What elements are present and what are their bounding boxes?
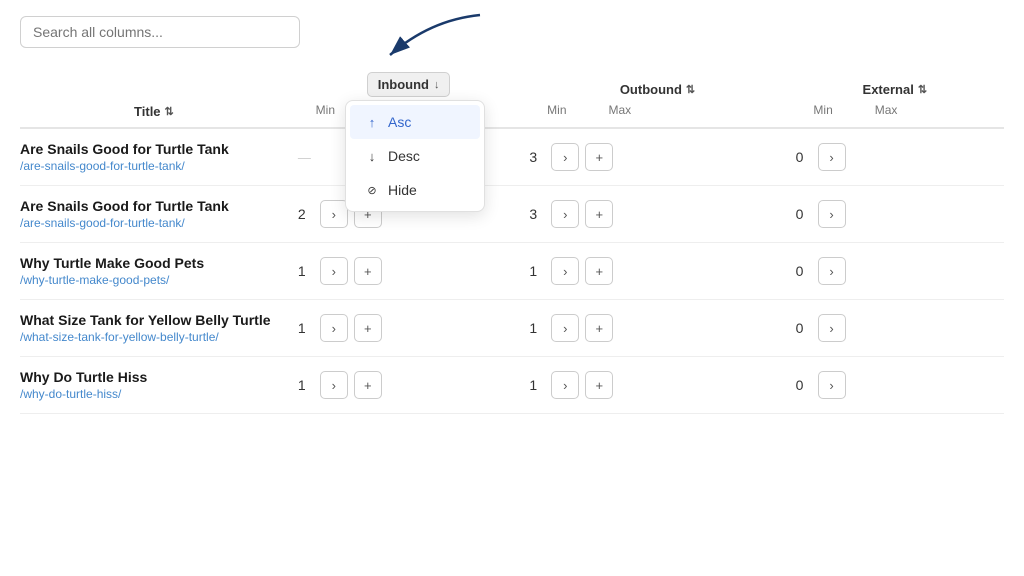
external-expand-button[interactable]: ›: [818, 257, 846, 285]
cell-external: 0 ›: [796, 186, 1004, 243]
cell-title: Why Turtle Make Good Pets /why-turtle-ma…: [20, 243, 298, 300]
outbound-expand-button[interactable]: ›: [551, 371, 579, 399]
cell-title: Why Do Turtle Hiss /why-do-turtle-hiss/: [20, 357, 298, 414]
outbound-add-button[interactable]: +: [585, 257, 613, 285]
dropdown-item-desc[interactable]: ↓ Desc: [350, 139, 480, 173]
outbound-expand-button[interactable]: ›: [551, 143, 579, 171]
th-external: External ⇅ Min Max: [796, 64, 1004, 128]
outbound-value: 3: [529, 149, 545, 165]
external-value: 0: [796, 377, 812, 393]
sort-dropdown: ↑ Asc ↓ Desc ⊘ Hide: [345, 100, 485, 212]
outbound-add-button[interactable]: +: [585, 314, 613, 342]
outbound-expand-button[interactable]: ›: [551, 257, 579, 285]
th-outbound: Outbound ⇅ Min Max: [529, 64, 795, 128]
inbound-expand-button[interactable]: ›: [320, 200, 348, 228]
cell-title: What Size Tank for Yellow Belly Turtle /…: [20, 300, 298, 357]
row-title: Are Snails Good for Turtle Tank: [20, 198, 288, 214]
external-min-header: Min: [796, 103, 851, 117]
outbound-add-button[interactable]: +: [585, 200, 613, 228]
external-expand-button[interactable]: ›: [818, 143, 846, 171]
cell-external: 0 ›: [796, 357, 1004, 414]
row-title: Are Snails Good for Turtle Tank: [20, 141, 288, 157]
inbound-empty: —: [298, 150, 311, 165]
inbound-expand-button[interactable]: ›: [320, 257, 348, 285]
sort-inbound-button[interactable]: Inbound ↓: [367, 72, 451, 97]
inbound-value: 1: [298, 377, 314, 393]
external-max-header: Max: [859, 103, 914, 117]
hide-icon: ⊘: [364, 184, 380, 197]
sort-title-button[interactable]: Title ⇅: [134, 104, 174, 119]
row-title: What Size Tank for Yellow Belly Turtle: [20, 312, 288, 328]
inbound-expand-button[interactable]: ›: [320, 371, 348, 399]
cell-outbound: 1 › +: [529, 357, 795, 414]
table-row: Why Turtle Make Good Pets /why-turtle-ma…: [20, 243, 1004, 300]
dropdown-item-asc[interactable]: ↑ Asc: [350, 105, 480, 139]
cell-inbound: 1 › +: [298, 300, 530, 357]
external-expand-button[interactable]: ›: [818, 371, 846, 399]
outbound-expand-button[interactable]: ›: [551, 314, 579, 342]
dropdown-item-hide[interactable]: ⊘ Hide: [350, 173, 480, 207]
table-row: Are Snails Good for Turtle Tank /are-sna…: [20, 128, 1004, 186]
inbound-value: 1: [298, 320, 314, 336]
external-value: 0: [796, 206, 812, 222]
dropdown-label-hide: Hide: [388, 182, 417, 198]
outbound-add-button[interactable]: +: [585, 371, 613, 399]
outbound-expand-button[interactable]: ›: [551, 200, 579, 228]
cell-outbound: 1 › +: [529, 300, 795, 357]
cell-title: Are Snails Good for Turtle Tank /are-sna…: [20, 186, 298, 243]
row-title: Why Turtle Make Good Pets: [20, 255, 288, 271]
outbound-value: 3: [529, 206, 545, 222]
table-row: What Size Tank for Yellow Belly Turtle /…: [20, 300, 1004, 357]
inbound-value: 1: [298, 263, 314, 279]
row-url[interactable]: /are-snails-good-for-turtle-tank/: [20, 159, 288, 173]
inbound-add-button[interactable]: +: [354, 314, 382, 342]
external-value: 0: [796, 149, 812, 165]
outbound-max-header: Max: [592, 103, 647, 117]
row-url[interactable]: /why-turtle-make-good-pets/: [20, 273, 288, 287]
external-value: 0: [796, 320, 812, 336]
cell-external: 0 ›: [796, 243, 1004, 300]
row-url[interactable]: /are-snails-good-for-turtle-tank/: [20, 216, 288, 230]
desc-icon: ↓: [364, 149, 380, 164]
search-input[interactable]: [20, 16, 300, 48]
dropdown-label-desc: Desc: [388, 148, 420, 164]
row-url[interactable]: /why-do-turtle-hiss/: [20, 387, 288, 401]
asc-icon: ↑: [364, 115, 380, 130]
outbound-min-header: Min: [529, 103, 584, 117]
sort-external-button[interactable]: External ⇅: [863, 82, 928, 97]
th-title: Title ⇅: [20, 64, 298, 128]
cell-external: 0 ›: [796, 300, 1004, 357]
external-expand-button[interactable]: ›: [818, 314, 846, 342]
inbound-add-button[interactable]: +: [354, 257, 382, 285]
outbound-value: 1: [529, 263, 545, 279]
cell-inbound: 1 › +: [298, 243, 530, 300]
cell-outbound: 1 › +: [529, 243, 795, 300]
row-url[interactable]: /what-size-tank-for-yellow-belly-turtle/: [20, 330, 288, 344]
cell-inbound: 1 › +: [298, 357, 530, 414]
table-row: Why Do Turtle Hiss /why-do-turtle-hiss/ …: [20, 357, 1004, 414]
outbound-value: 1: [529, 320, 545, 336]
inbound-expand-button[interactable]: ›: [320, 314, 348, 342]
external-value: 0: [796, 263, 812, 279]
cell-title: Are Snails Good for Turtle Tank /are-sna…: [20, 128, 298, 186]
data-table: Title ⇅ Inbound ↓ Min: [20, 64, 1004, 414]
cell-outbound: 3 › +: [529, 186, 795, 243]
inbound-add-button[interactable]: +: [354, 371, 382, 399]
external-expand-button[interactable]: ›: [818, 200, 846, 228]
inbound-value: 2: [298, 206, 314, 222]
cell-external: 0 ›: [796, 128, 1004, 186]
row-title: Why Do Turtle Hiss: [20, 369, 288, 385]
cell-outbound: 3 › +: [529, 128, 795, 186]
sort-outbound-button[interactable]: Outbound ⇅: [620, 82, 695, 97]
outbound-add-button[interactable]: +: [585, 143, 613, 171]
table-row: Are Snails Good for Turtle Tank /are-sna…: [20, 186, 1004, 243]
dropdown-label-asc: Asc: [388, 114, 411, 130]
outbound-value: 1: [529, 377, 545, 393]
